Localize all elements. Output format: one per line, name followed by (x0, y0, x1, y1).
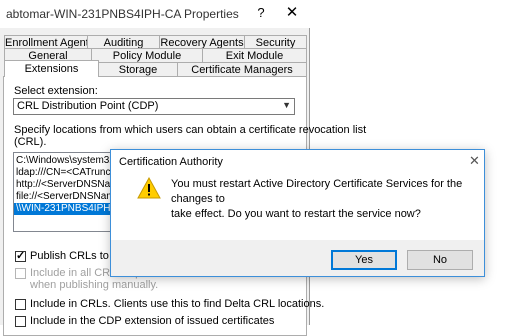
dialog-title: Certification Authority (119, 156, 223, 168)
include-all-crls-label-cont: when publishing manually. (30, 279, 159, 291)
yes-button[interactable]: Yes (331, 250, 397, 270)
close-button[interactable]: ✕ (282, 3, 302, 23)
extension-select-value: CRL Distribution Point (CDP) (17, 100, 159, 112)
dialog-footer: Yes No (111, 240, 484, 276)
title-bar: abtomar-WIN-231PNBS4IPH-CA Properties ? … (0, 0, 310, 28)
tab-extensions[interactable]: Extensions (4, 60, 99, 77)
list-item[interactable]: C:\Windows\system32\C (16, 155, 125, 167)
tab-security[interactable]: Security (244, 35, 307, 49)
extension-select[interactable]: CRL Distribution Point (CDP) ▼ (13, 98, 295, 115)
tab-exit-module[interactable]: Exit Module (202, 48, 307, 62)
tab-policy-module[interactable]: Policy Module (91, 48, 203, 62)
warning-icon (137, 177, 161, 199)
publish-crls-checkbox[interactable]: ✓ (15, 250, 26, 262)
checkmark-icon: ✓ (16, 250, 26, 262)
help-button[interactable]: ? (253, 3, 269, 23)
dialog-message-line-2: take effect. Do you want to restart the … (171, 208, 421, 220)
certification-authority-dialog: Certification Authority ✕ You must resta… (110, 149, 485, 277)
dialog-message-line-1: You must restart Active Directory Certif… (171, 178, 463, 205)
no-button[interactable]: No (407, 250, 473, 270)
locations-description: Specify locations from which users can o… (14, 124, 367, 136)
list-item[interactable]: http://<ServerDNSName (16, 179, 124, 191)
chevron-down-icon: ▼ (282, 100, 291, 110)
include-delta-crl-checkbox[interactable] (15, 299, 26, 310)
tab-auditing[interactable]: Auditing (87, 35, 160, 49)
tab-storage[interactable]: Storage (98, 62, 178, 76)
include-all-crls-checkbox[interactable] (15, 268, 26, 279)
select-extension-label: Select extension: (14, 85, 98, 97)
locations-description-cont: (CRL). (14, 136, 47, 148)
list-item[interactable]: ldap:///CN=<CATruncate (16, 167, 124, 179)
dialog-message: You must restart Active Directory Certif… (171, 177, 477, 222)
include-cdp-checkbox[interactable] (15, 316, 26, 327)
include-delta-crl-label: Include in CRLs. Clients use this to fin… (30, 298, 325, 310)
dialog-close-button[interactable]: ✕ (469, 153, 480, 169)
tab-certificate-managers[interactable]: Certificate Managers (177, 62, 307, 76)
tab-enrollment-agents[interactable]: Enrollment Agents (4, 35, 94, 49)
window-title: abtomar-WIN-231PNBS4IPH-CA Properties (6, 7, 239, 21)
tab-recovery-agents[interactable]: Recovery Agents (159, 35, 245, 49)
include-cdp-label: Include in the CDP extension of issued c… (30, 315, 275, 327)
